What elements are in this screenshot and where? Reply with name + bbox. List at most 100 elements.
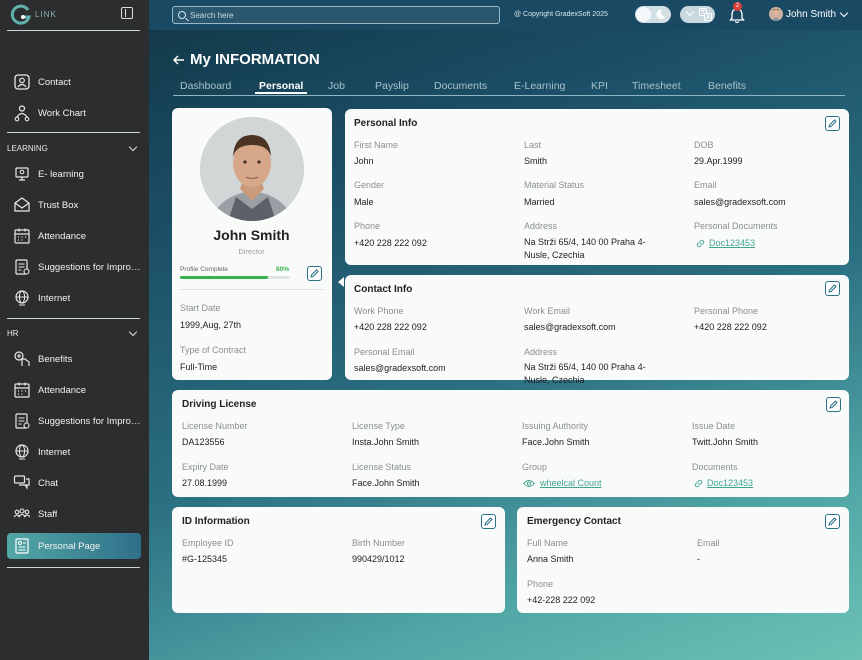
sidebar-collapse-button[interactable] xyxy=(121,7,133,19)
pencil-icon xyxy=(828,517,837,526)
sidebar-item-label: Staff xyxy=(38,508,58,520)
sidebar-item-label: Personal Page xyxy=(38,540,101,552)
mail-icon xyxy=(12,195,32,215)
edit-emergency-contact-button[interactable] xyxy=(825,514,840,529)
sidebar-item-contact[interactable]: Contact xyxy=(7,69,141,95)
card-title: Driving License xyxy=(182,399,257,410)
sidebar-item-attendance[interactable]: Attendance xyxy=(7,223,141,249)
brand-name: LINK xyxy=(35,10,57,19)
personal-document-link[interactable]: Doc123453 xyxy=(696,238,755,248)
sidebar-item-hr-suggestions[interactable]: Suggestions for Improvement xyxy=(7,408,141,434)
start-date-value: 1999,Aug, 27th xyxy=(180,320,242,330)
tab-kpi[interactable]: KPI xyxy=(591,80,608,92)
tab-personal[interactable]: Personal xyxy=(254,80,308,94)
issue-date-label: Issue Date xyxy=(692,421,736,431)
driving-license-card: Driving License License Number DA123556 … xyxy=(172,390,849,497)
avatar[interactable] xyxy=(769,7,783,21)
edit-contact-info-button[interactable] xyxy=(825,281,840,296)
calendar-icon xyxy=(12,380,32,400)
link-logo-icon xyxy=(10,4,32,25)
tab-timesheet[interactable]: Timesheet xyxy=(632,80,681,92)
calendar-icon xyxy=(12,226,32,246)
sidebar-item-personal-page[interactable]: Personal Page xyxy=(7,533,141,559)
sidebar-item-label: Attendance xyxy=(38,230,87,242)
staff-icon xyxy=(12,504,32,524)
contact-address-label: Address xyxy=(524,347,558,357)
sidebar-divider xyxy=(7,318,140,319)
tab-dashboard[interactable]: Dashboard xyxy=(180,80,231,92)
tab-documents[interactable]: Documents xyxy=(434,80,487,92)
sidebar-divider xyxy=(7,567,140,568)
group-link[interactable]: wheelcal Count xyxy=(523,478,602,488)
search-input[interactable] xyxy=(190,9,490,22)
user-name[interactable]: John Smith xyxy=(786,9,836,20)
dob-value: 29.Apr.1999 xyxy=(694,156,743,166)
sidebar-item-hr-attendance[interactable]: Attendance xyxy=(7,377,141,403)
group-name: wheelcal Count xyxy=(540,478,602,488)
contract-type-label: Type of Contract xyxy=(180,345,247,355)
section-header-learning[interactable]: LEARNING xyxy=(7,141,140,155)
birth-number-label: Birth Number xyxy=(352,538,406,548)
tab-job[interactable]: Job xyxy=(328,80,345,92)
sidebar-item-work-chart[interactable]: Work Chart xyxy=(7,100,141,126)
license-status-label: License Status xyxy=(352,462,412,472)
sidebar-item-suggestions[interactable]: Suggestions for Improvement xyxy=(7,254,141,280)
sidebar-divider xyxy=(7,30,140,31)
work-email-label: Work Email xyxy=(524,306,570,316)
email-label: Email xyxy=(694,180,717,190)
issue-date-value: Twitt.John Smith xyxy=(692,437,759,447)
pencil-icon xyxy=(310,269,319,278)
tab-payslip[interactable]: Payslip xyxy=(375,80,409,92)
tab-benefits[interactable]: Benefits xyxy=(708,80,746,92)
expiry-date-label: Expiry Date xyxy=(182,462,229,472)
contact-address-value: Na Strži 65/4, 140 00 Praha 4-Nusle, Cze… xyxy=(524,362,646,385)
license-document-name: Doc123453 xyxy=(707,478,754,488)
card-title: Emergency Contact xyxy=(527,516,621,527)
theme-toggle[interactable] xyxy=(635,6,671,23)
profile-photo xyxy=(200,117,304,221)
profile-complete-percent: 80% xyxy=(276,266,290,273)
emergency-email-value: - xyxy=(697,554,700,564)
sidebar-item-trust-box[interactable]: Trust Box xyxy=(7,192,141,218)
license-type-value: Insta.John Smith xyxy=(352,437,420,447)
tab-elearning[interactable]: E-Learning xyxy=(514,80,565,92)
link-icon xyxy=(696,239,705,247)
card-pointer xyxy=(338,277,344,287)
profile-progress-bar xyxy=(180,276,290,279)
first-name-label: First Name xyxy=(354,140,399,150)
profile-role: Director xyxy=(238,247,265,256)
expiry-date-value: 27.08.1999 xyxy=(182,478,228,488)
edit-personal-info-button[interactable] xyxy=(825,116,840,131)
pencil-icon xyxy=(828,284,837,293)
arrow-left-icon[interactable] xyxy=(172,53,186,67)
brand[interactable]: LINK xyxy=(10,4,70,26)
chevron-down-icon[interactable] xyxy=(839,8,849,18)
edit-profile-button[interactable] xyxy=(307,266,322,281)
card-title: Personal Info xyxy=(354,118,418,129)
language-selector[interactable] xyxy=(680,6,715,23)
marital-status-label: Material Status xyxy=(524,180,585,190)
sidebar-item-chat[interactable]: Chat xyxy=(7,470,141,496)
search-box[interactable] xyxy=(172,6,500,24)
globe-icon xyxy=(12,288,32,308)
sidebar-item-internet[interactable]: Internet xyxy=(7,285,141,311)
section-header-hr[interactable]: HR xyxy=(7,326,140,340)
emergency-contact-card: Emergency Contact Full Name Anna Smith E… xyxy=(517,507,849,613)
sidebar-item-label: Work Chart xyxy=(38,107,86,119)
emergency-name-label: Full Name xyxy=(527,538,569,548)
sidebar-item-hr-internet[interactable]: Internet xyxy=(7,439,141,465)
email-value: sales@gradexsoft.com xyxy=(694,197,786,207)
edit-id-information-button[interactable] xyxy=(481,514,496,529)
license-document-link[interactable]: Doc123453 xyxy=(694,478,753,488)
chevron-down-icon xyxy=(128,142,138,151)
personal-page-icon xyxy=(12,536,32,556)
sidebar-item-elearning[interactable]: E- learning xyxy=(7,161,141,187)
last-name-value: Smith xyxy=(524,156,548,166)
profile-tabs: Dashboard Personal Job Payslip Documents… xyxy=(173,80,845,96)
issuing-authority-value: Face.John Smith xyxy=(522,437,590,447)
sidebar-divider xyxy=(7,132,140,133)
sidebar-item-staff[interactable]: Staff xyxy=(7,501,141,527)
sidebar-item-label: Internet xyxy=(38,292,71,304)
edit-driving-license-button[interactable] xyxy=(826,397,841,412)
sidebar-item-benefits[interactable]: Benefits xyxy=(7,346,141,372)
